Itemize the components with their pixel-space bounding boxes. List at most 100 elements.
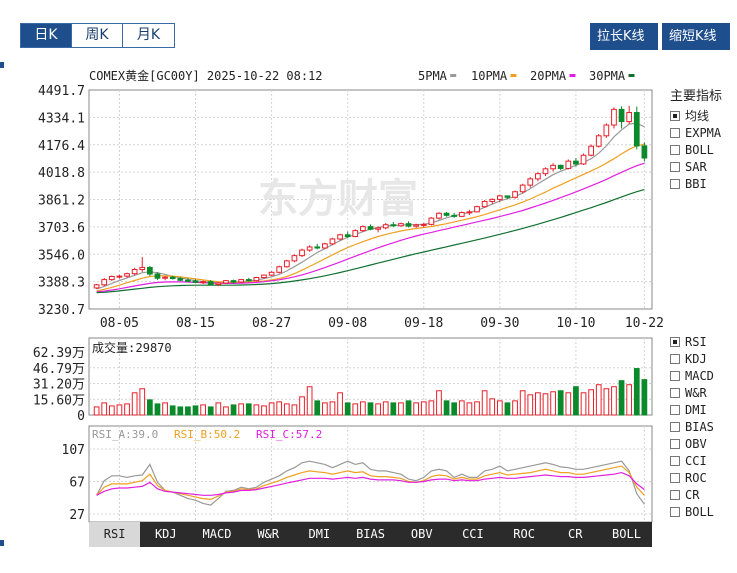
candle (238, 278, 245, 284)
indicator-tab-6[interactable]: OBV (396, 522, 447, 547)
checkbox-icon[interactable] (670, 370, 680, 381)
main-indicator-item-label: EXPMA (685, 125, 722, 140)
volume-chart: 62.39万46.79万31.20万15.60万0 成交量: 29870 (33, 337, 653, 424)
main-indicator-item-4[interactable]: BBI (670, 175, 722, 192)
main-indicator-item-1[interactable]: EXPMA (670, 124, 722, 141)
sub-indicator-item-7[interactable]: CCI (670, 452, 714, 469)
candle-body (595, 135, 602, 147)
indicator-tab-8[interactable]: ROC (499, 522, 550, 547)
volume-bar (398, 402, 404, 416)
checkbox-icon[interactable] (670, 110, 680, 121)
main-indicator-item-0[interactable]: 均线 (670, 107, 722, 124)
candle-body (398, 223, 404, 227)
volume-value: 29870 (136, 341, 172, 355)
candle-body (573, 160, 579, 165)
watermark-text: 东方财富 (258, 176, 418, 222)
volume-bar (291, 404, 298, 416)
checkbox-icon[interactable] (670, 387, 680, 398)
volume-bar (565, 392, 572, 416)
indicator-tab-10[interactable]: BOLL (601, 522, 652, 547)
checkbox-icon[interactable] (670, 127, 680, 138)
checkbox-icon[interactable] (670, 472, 680, 483)
indicator-tab-0[interactable]: RSI (89, 522, 141, 547)
checkbox-icon[interactable] (670, 489, 680, 500)
indicator-tab-3[interactable]: W&R (243, 522, 294, 547)
sub-indicator-item-8[interactable]: ROC (670, 469, 714, 486)
checkbox-icon[interactable] (670, 178, 680, 189)
volume-bar (329, 401, 336, 416)
main-indicator-item-label: 均线 (685, 109, 710, 123)
candle-body (390, 224, 397, 227)
sub-indicator-item-10[interactable]: BOLL (670, 503, 714, 520)
candle-body (360, 226, 366, 232)
volume-bar (420, 401, 427, 416)
indicator-tab-2[interactable]: MACD (191, 522, 242, 547)
checkbox-icon[interactable] (670, 404, 680, 415)
checkbox-icon[interactable] (670, 161, 680, 172)
sub-indicator-item-3[interactable]: W&R (670, 384, 714, 401)
sub-indicator-item-2[interactable]: MACD (670, 367, 714, 384)
volume-bar (253, 404, 260, 416)
chart-canvas: 4491.7 4334.1 4176.4 4018.8 3861.2 3703.6 3546… (33, 68, 664, 523)
candle-body (276, 266, 283, 273)
sub-indicator-item-6[interactable]: OBV (670, 435, 714, 452)
candle (352, 229, 359, 238)
volume-bar (283, 403, 290, 416)
checkbox-icon[interactable] (670, 455, 680, 466)
sub-indicator-item-0[interactable]: RSI (670, 333, 714, 350)
candle-body (496, 195, 503, 200)
main-indicator-item-3[interactable]: SAR (670, 158, 722, 175)
checkbox-icon[interactable] (670, 336, 680, 347)
checkbox-icon[interactable] (670, 353, 680, 364)
indicator-tab-7[interactable]: CCI (447, 522, 498, 547)
kline-x-tick: 09-08 (328, 316, 367, 331)
sub-indicator-item-1[interactable]: KDJ (670, 350, 714, 367)
checkbox-icon[interactable] (670, 438, 680, 449)
candle-body (489, 198, 496, 202)
rsi-chart: 107 67 27 RSI_A:39.0 RSI_B:50.2 RSI_C:57.2 (62, 425, 653, 523)
candle (611, 107, 617, 129)
candle (512, 190, 518, 199)
volume-bar (207, 406, 214, 416)
candle-body (443, 212, 450, 216)
volume-bar (124, 403, 130, 416)
candle-body (413, 224, 420, 227)
rsi-legend: RSI_B:50.2 (174, 428, 240, 441)
volume-bar (428, 400, 435, 416)
kline-x-tick: 08-05 (100, 316, 139, 331)
main-indicator-item-2[interactable]: BOLL (670, 141, 722, 158)
candle-body (466, 211, 473, 214)
volume-bar (489, 398, 496, 416)
sub-indicator-item-9[interactable]: CR (670, 486, 714, 503)
kline-y-tick: 3388.3 (38, 276, 85, 291)
candle (428, 217, 435, 226)
candle-body (283, 260, 290, 268)
candle-body (542, 168, 549, 175)
candle-body (504, 195, 511, 198)
candle (268, 271, 275, 277)
volume-y-tick: 46.79万 (33, 362, 85, 377)
checkbox-icon[interactable] (670, 421, 680, 432)
candle-body (131, 269, 138, 275)
indicator-tab-5[interactable]: BIAS (345, 522, 396, 547)
candle-body (481, 200, 488, 208)
kline-chart: 4491.7 4334.1 4176.4 4018.8 3861.2 3703.6 3546… (38, 68, 664, 331)
ma-legend-swatch (510, 74, 517, 77)
volume-bar (443, 400, 450, 416)
volume-bar (550, 391, 556, 416)
sub-indicator-item-4[interactable]: DMI (670, 401, 714, 418)
indicator-tab-4[interactable]: DMI (294, 522, 345, 547)
volume-bar (626, 384, 633, 416)
volume-bar (177, 406, 184, 416)
checkbox-icon[interactable] (670, 506, 680, 517)
checkbox-icon[interactable] (670, 144, 680, 155)
indicator-tab-9[interactable]: CR (550, 522, 601, 547)
indicator-tab-1[interactable]: KDJ (140, 522, 191, 547)
kline-x-tick: 10-10 (556, 316, 595, 331)
candle-body (451, 214, 458, 217)
volume-bar (344, 402, 351, 416)
candle-body (375, 227, 381, 230)
ma-legend-swatch (628, 74, 635, 77)
candle-body (215, 282, 222, 285)
sub-indicator-item-5[interactable]: BIAS (670, 418, 714, 435)
